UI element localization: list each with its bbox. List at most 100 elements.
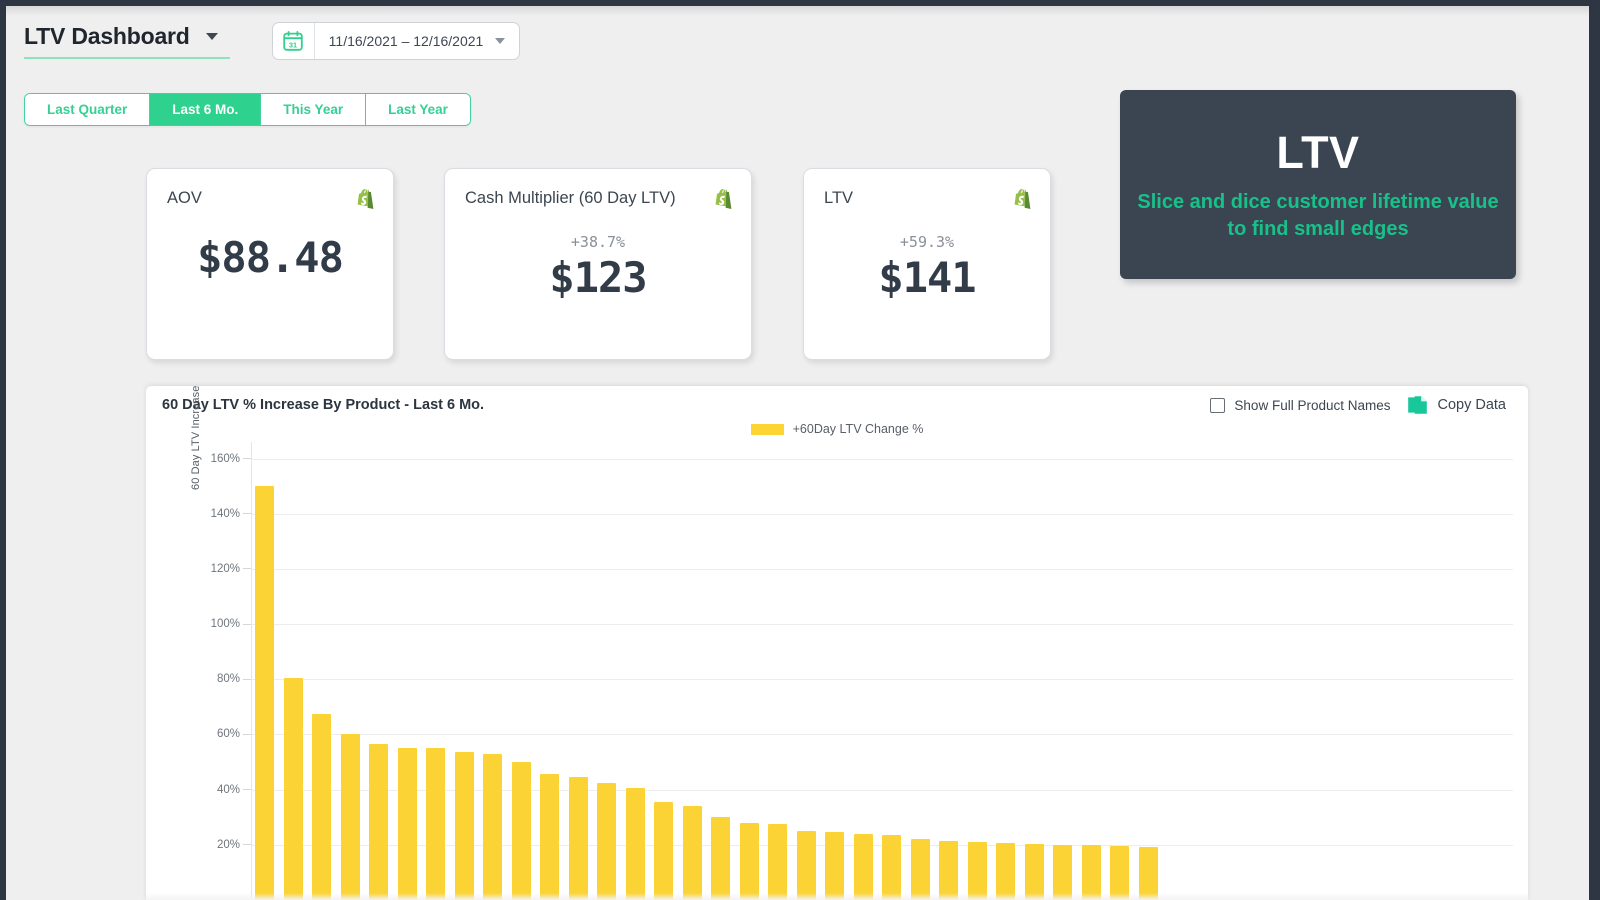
promo-subtitle: Slice and dice customer lifetime value t… [1137, 190, 1499, 240]
bar[interactable] [1110, 846, 1129, 900]
bar[interactable] [1024, 844, 1044, 900]
bar[interactable] [910, 839, 930, 900]
y-axis-title: 60 Day LTV Increase by % - Product First… [190, 386, 202, 490]
kpi-header: LTV [804, 169, 1050, 211]
y-axis-tick [243, 733, 251, 735]
tab-last-6-mo[interactable]: Last 6 Mo. [150, 94, 262, 125]
bar[interactable] [483, 753, 502, 900]
y-axis-tick-label: 140% [210, 507, 240, 520]
kpi-value: $141 [878, 253, 976, 302]
tab-this-year[interactable]: This Year [261, 94, 367, 125]
promo-title: LTV [1276, 126, 1360, 178]
kpi-value: $88.48 [197, 233, 344, 282]
chart-panel: 60 Day LTV % Increase By Product - Last … [146, 386, 1528, 900]
chart-legend: +60Day LTV Change % [146, 422, 1528, 436]
tab-last-year[interactable]: Last Year [366, 94, 470, 125]
bar[interactable] [283, 677, 303, 900]
y-axis-tick-label: 100% [210, 618, 240, 631]
bar[interactable] [625, 788, 645, 900]
bar[interactable] [597, 782, 616, 900]
copy-data-button[interactable]: Copy Data [1437, 397, 1506, 413]
bar[interactable] [340, 734, 360, 900]
promo-panel: LTV Slice and dice customer lifetime val… [1120, 90, 1516, 279]
date-range-picker[interactable]: 31 11/16/2021 – 12/16/2021 [271, 22, 521, 60]
bar[interactable] [739, 822, 759, 900]
bar[interactable] [540, 774, 559, 900]
kpi-value: $123 [549, 253, 647, 302]
top-bar: LTV Dashboard 31 11/16/2021 – 12/16/2021 [6, 6, 1589, 76]
shopify-icon [1014, 189, 1031, 210]
chart-plot-area: 60 Day LTV Increase by % - Product First… [146, 386, 1528, 900]
tab-last-quarter[interactable]: Last Quarter [25, 94, 151, 125]
bar[interactable] [1053, 844, 1072, 900]
bar[interactable] [825, 832, 844, 900]
kpi-header: Cash Multiplier (60 Day LTV) [445, 169, 751, 211]
shopify-icon [357, 189, 374, 210]
bar[interactable] [768, 824, 787, 900]
y-axis-tick [243, 513, 251, 515]
kpi-label: LTV [824, 189, 854, 207]
kpi-delta: +59.3% [899, 233, 955, 251]
chart-grid: 20% 40% 60% 80% 100% 120% 140% 160% [211, 442, 1513, 900]
bar[interactable] [312, 713, 331, 900]
bar[interactable] [967, 842, 987, 900]
show-full-product-names-label[interactable]: Show Full Product Names [1234, 398, 1390, 413]
kpi-label: Cash Multiplier (60 Day LTV) [465, 189, 676, 207]
y-axis-tick-label: 120% [210, 562, 240, 575]
copy-document-icon[interactable] [1407, 394, 1428, 416]
bar[interactable] [1138, 847, 1158, 900]
kpi-label: AOV [167, 189, 202, 207]
kpi-delta: +38.7% [570, 233, 626, 251]
chart-header: 60 Day LTV % Increase By Product - Last … [146, 386, 1528, 424]
bar[interactable] [511, 762, 531, 900]
bar[interactable] [796, 831, 816, 900]
dashboard-app: LTV Dashboard 31 11/16/2021 – 12/16/2021… [6, 6, 1589, 900]
bar[interactable] [1081, 845, 1101, 900]
bar-series [251, 442, 1513, 900]
kpi-body: +59.3% $141 [804, 233, 1050, 302]
y-axis-tick-label: 60% [216, 728, 240, 741]
dashboard-selector[interactable]: LTV Dashboard [24, 23, 230, 59]
period-tab-group: Last Quarter Last 6 Mo. This Year Last Y… [24, 93, 471, 126]
chevron-down-icon[interactable] [495, 38, 506, 44]
kpi-card-cash-multiplier[interactable]: Cash Multiplier (60 Day LTV) +38.7% $123 [444, 168, 752, 360]
chevron-down-icon[interactable] [205, 33, 218, 40]
chart-actions: Show Full Product Names Copy Data [1210, 394, 1506, 416]
y-axis-tick-label: 80% [216, 673, 240, 686]
bar[interactable] [454, 752, 474, 900]
kpi-body: $88.48 [147, 233, 393, 282]
bar[interactable] [882, 835, 901, 900]
checkbox-unchecked-icon[interactable] [1210, 397, 1226, 413]
y-axis-tick [243, 789, 251, 791]
bar[interactable] [654, 802, 673, 900]
bar[interactable] [255, 486, 274, 900]
y-axis-tick [243, 844, 251, 846]
y-axis-tick [243, 458, 251, 460]
legend-label: +60Day LTV Change % [792, 422, 924, 436]
bar[interactable] [996, 843, 1015, 900]
date-range-value: 11/16/2021 – 12/16/2021 [328, 33, 484, 49]
shopify-icon [715, 189, 732, 210]
kpi-card-aov[interactable]: AOV $88.48 [146, 168, 394, 360]
chart-title: 60 Day LTV % Increase By Product - Last … [162, 397, 485, 413]
y-axis-tick [243, 568, 251, 570]
y-axis-tick-label: 160% [210, 452, 240, 465]
kpi-card-ltv[interactable]: LTV +59.3% $141 [803, 168, 1051, 360]
y-axis-tick-label: 40% [216, 783, 240, 796]
y-axis-tick [243, 678, 251, 680]
kpi-body: +38.7% $123 [445, 233, 751, 302]
bar[interactable] [568, 777, 588, 900]
kpi-header: AOV [147, 169, 393, 211]
bar[interactable] [711, 817, 730, 900]
calendar-icon: 31 [273, 23, 315, 59]
bar[interactable] [397, 748, 417, 900]
legend-swatch [750, 423, 784, 435]
bar[interactable] [939, 840, 958, 900]
bar[interactable] [682, 806, 702, 900]
y-axis-tick-label: 20% [216, 838, 240, 851]
svg-text:31: 31 [289, 40, 297, 49]
bar[interactable] [426, 748, 445, 900]
bar[interactable] [853, 833, 873, 900]
bar[interactable] [369, 744, 388, 900]
y-axis-tick [243, 623, 251, 625]
